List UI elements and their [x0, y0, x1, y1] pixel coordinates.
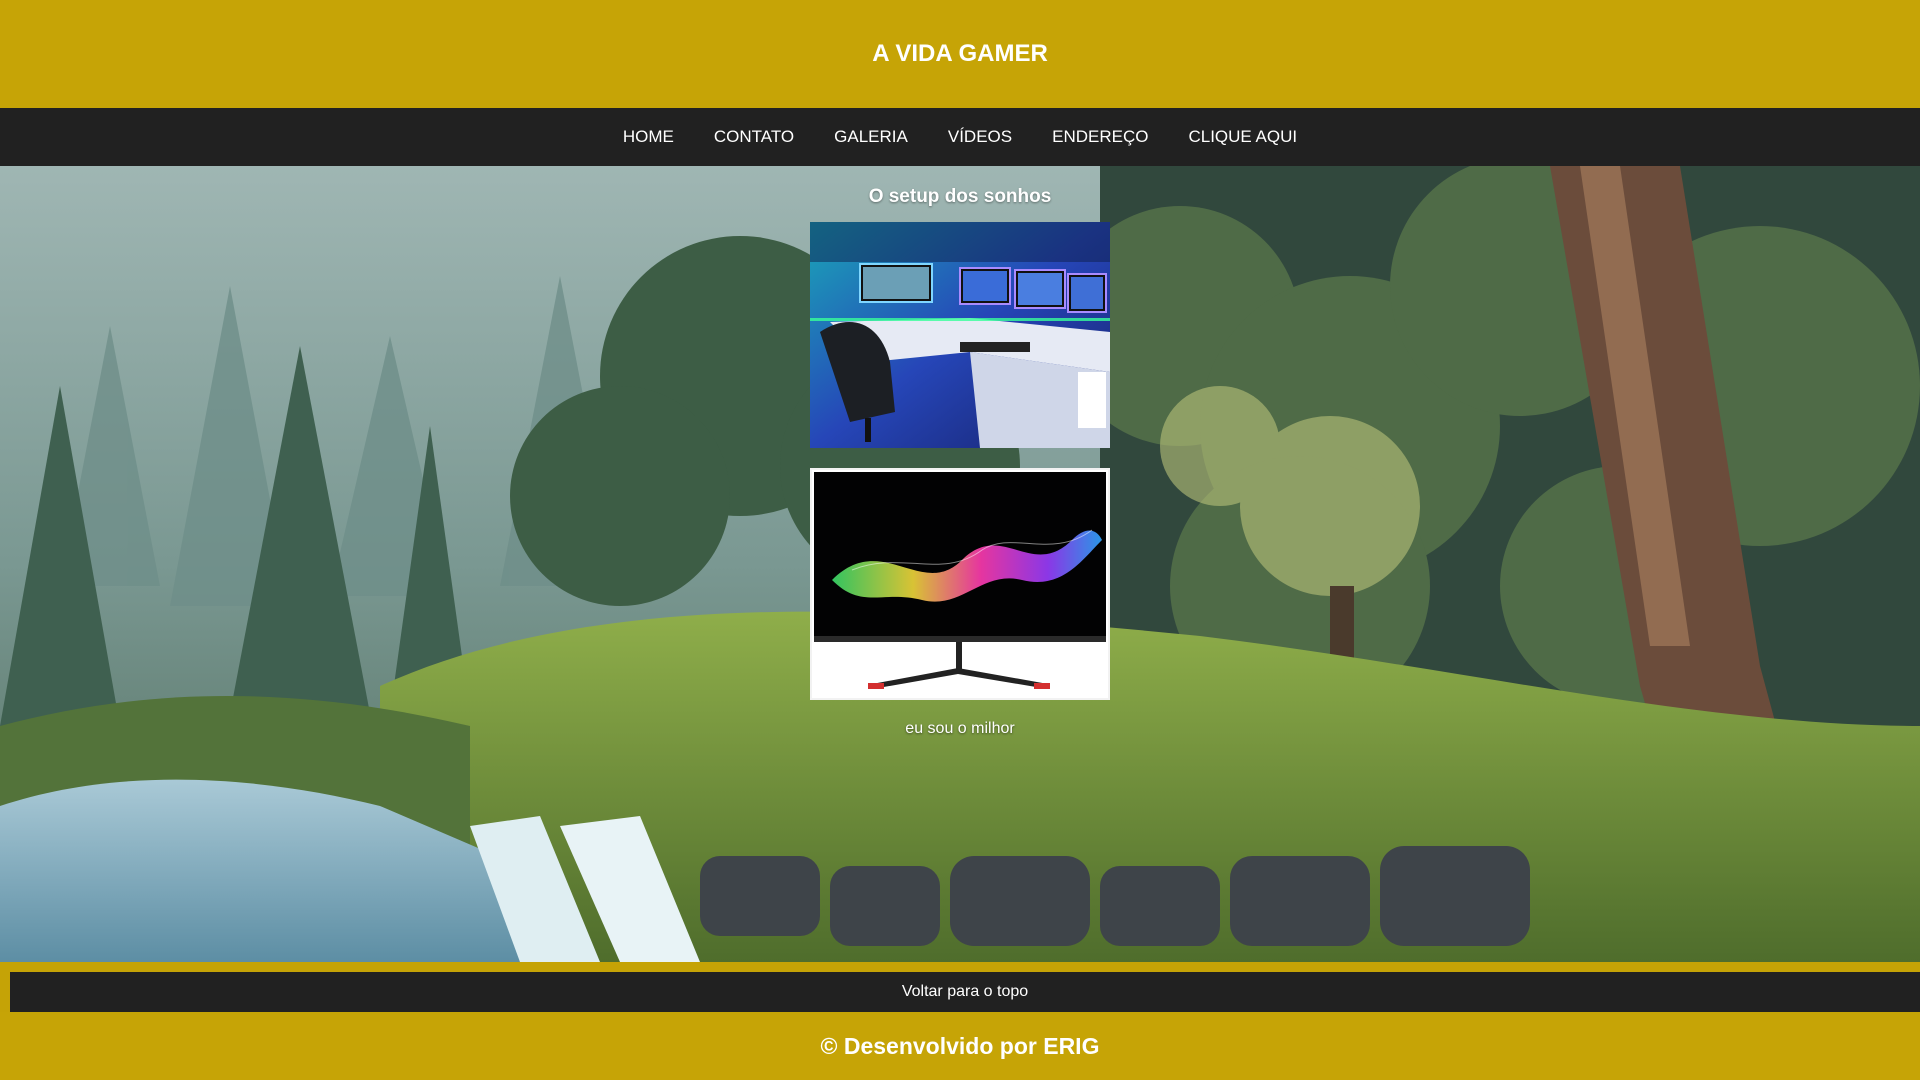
nav-item-galeria[interactable]: GALERIA	[834, 127, 908, 147]
site-footer: © Desenvolvido por ERIG	[0, 1012, 1920, 1080]
nav-item-contato[interactable]: CONTATO	[714, 127, 794, 147]
image-caption: eu sou o milhor	[905, 720, 1015, 737]
nav-item-videos[interactable]: VÍDEOS	[948, 127, 1012, 147]
footer-credit: © Desenvolvido por ERIG	[820, 1032, 1100, 1059]
section-title: O setup dos sonhos	[868, 186, 1052, 207]
nav-item-home[interactable]: HOME	[623, 127, 674, 147]
monitor-image	[810, 468, 1110, 700]
site-header: A VIDA GAMER	[0, 0, 1920, 108]
main-content: O setup dos sonhos eu sou o milhor	[0, 166, 1920, 738]
gaming-setup-image	[810, 222, 1110, 448]
hero-section: O setup dos sonhos eu sou o milhor	[0, 166, 1920, 962]
main-nav: HOME CONTATO GALERIA VÍDEOS ENDEREÇO CLI…	[0, 108, 1920, 166]
back-to-top-link[interactable]: Voltar para o topo	[902, 983, 1028, 1001]
nav-item-clique-aqui[interactable]: CLIQUE AQUI	[1188, 127, 1297, 147]
back-to-top-bar: Voltar para o topo	[10, 972, 1920, 1012]
nav-item-endereco[interactable]: ENDEREÇO	[1052, 127, 1148, 147]
site-title: A VIDA GAMER	[872, 40, 1048, 67]
